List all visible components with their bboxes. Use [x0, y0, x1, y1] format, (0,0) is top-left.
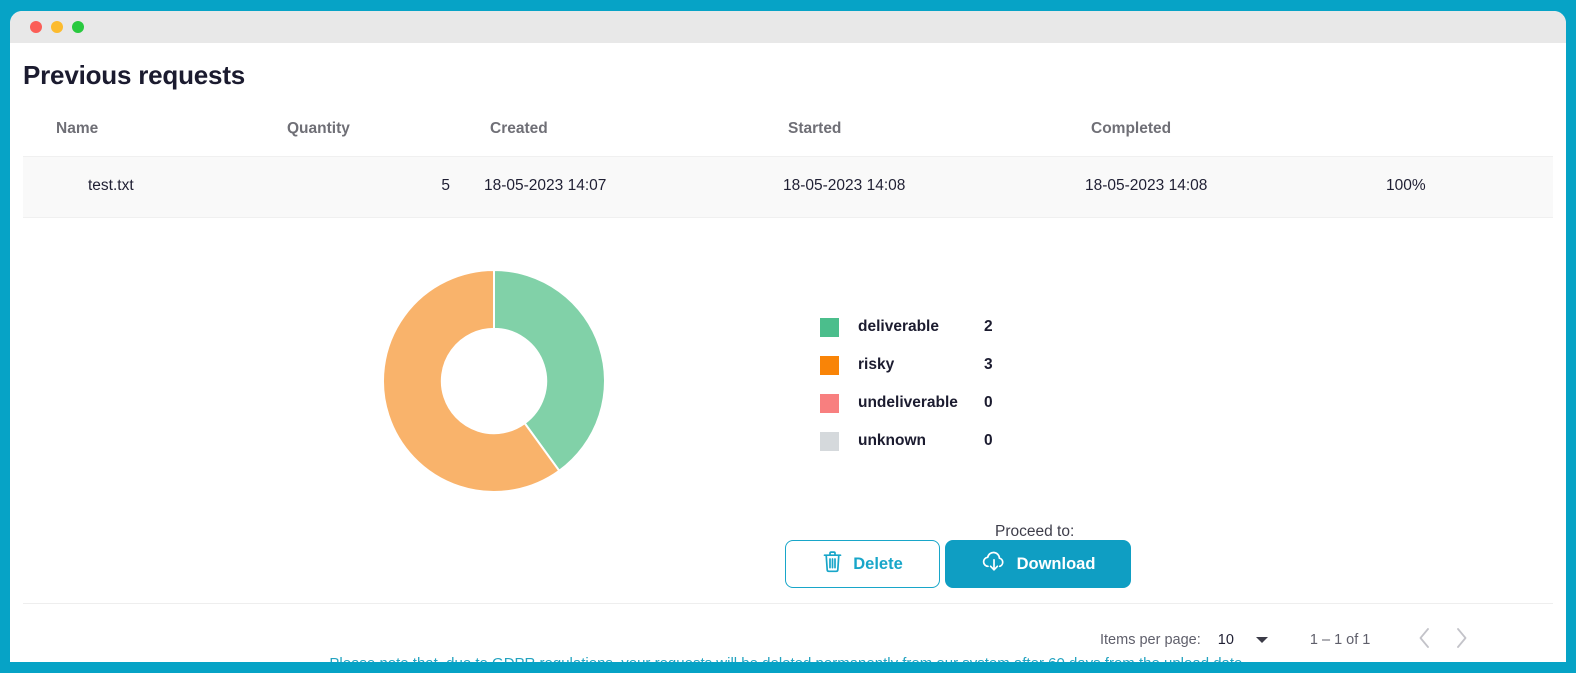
cell-name: test.txt	[88, 177, 134, 195]
column-header-started[interactable]: Started	[788, 120, 841, 138]
legend-swatch-risky	[820, 356, 839, 375]
legend-value: 0	[984, 394, 993, 412]
legend-value: 3	[984, 356, 993, 374]
cell-progress: 100%	[1386, 177, 1426, 195]
download-button[interactable]: Download	[945, 540, 1131, 588]
items-per-page-select[interactable]: 10	[1218, 632, 1268, 648]
legend-item-unknown[interactable]: unknown0	[820, 422, 993, 460]
column-header-created[interactable]: Created	[490, 120, 548, 138]
table-row[interactable]: test.txt 5 18-05-2023 14:07 18-05-2023 1…	[23, 156, 1553, 218]
next-page-button[interactable]	[1455, 627, 1468, 653]
legend-item-undeliverable[interactable]: undeliverable0	[820, 384, 993, 422]
requests-table: Name Quantity Created Started Completed …	[23, 110, 1553, 218]
cell-started: 18-05-2023 14:08	[783, 177, 905, 195]
delete-button[interactable]: Delete	[785, 540, 940, 588]
app-frame: Previous requests Name Quantity Created …	[0, 0, 1576, 673]
legend-item-risky[interactable]: risky3	[820, 346, 993, 384]
legend-label: undeliverable	[858, 394, 984, 412]
trash-icon	[822, 550, 843, 578]
column-header-quantity[interactable]: Quantity	[287, 120, 350, 138]
gdpr-notice: Please note that, due to GDPR regulation…	[10, 655, 1566, 662]
column-header-name[interactable]: Name	[56, 120, 98, 138]
legend-swatch-unknown	[820, 432, 839, 451]
minimize-window-button[interactable]	[51, 21, 63, 33]
table-header-row: Name Quantity Created Started Completed	[23, 110, 1553, 156]
window-titlebar	[10, 11, 1566, 43]
legend-item-deliverable[interactable]: deliverable2	[820, 308, 993, 346]
section-divider	[23, 603, 1553, 604]
donut-chart	[382, 269, 606, 493]
previous-page-button[interactable]	[1418, 627, 1431, 653]
cloud-download-icon	[981, 550, 1007, 579]
page-title: Previous requests	[23, 60, 245, 91]
page-range-label: 1 – 1 of 1	[1310, 632, 1370, 648]
cell-completed: 18-05-2023 14:08	[1085, 177, 1207, 195]
items-per-page-label: Items per page:	[1100, 632, 1201, 648]
legend-value: 2	[984, 318, 993, 336]
chevron-down-icon	[1256, 637, 1268, 643]
action-buttons: Delete Download	[785, 540, 1131, 588]
chart-legend: deliverable2risky3undeliverable0unknown0	[820, 308, 993, 460]
chart-section: deliverable2risky3undeliverable0unknown0	[10, 243, 1566, 513]
items-per-page-value: 10	[1218, 632, 1234, 648]
legend-swatch-deliverable	[820, 318, 839, 337]
maximize-window-button[interactable]	[72, 21, 84, 33]
column-header-completed[interactable]: Completed	[1091, 120, 1171, 138]
legend-value: 0	[984, 432, 993, 450]
legend-label: deliverable	[858, 318, 984, 336]
browser-window: Previous requests Name Quantity Created …	[10, 11, 1566, 662]
close-window-button[interactable]	[30, 21, 42, 33]
paginator-navigation	[1418, 627, 1468, 653]
download-button-label: Download	[1017, 555, 1096, 574]
page-content: Previous requests Name Quantity Created …	[10, 43, 1566, 662]
legend-label: unknown	[858, 432, 984, 450]
cell-quantity: 5	[414, 177, 450, 195]
cell-created: 18-05-2023 14:07	[484, 177, 606, 195]
delete-button-label: Delete	[853, 555, 903, 574]
traffic-light-controls	[30, 21, 84, 33]
legend-swatch-undeliverable	[820, 394, 839, 413]
legend-label: risky	[858, 356, 984, 374]
proceed-label: Proceed to:	[995, 523, 1074, 541]
